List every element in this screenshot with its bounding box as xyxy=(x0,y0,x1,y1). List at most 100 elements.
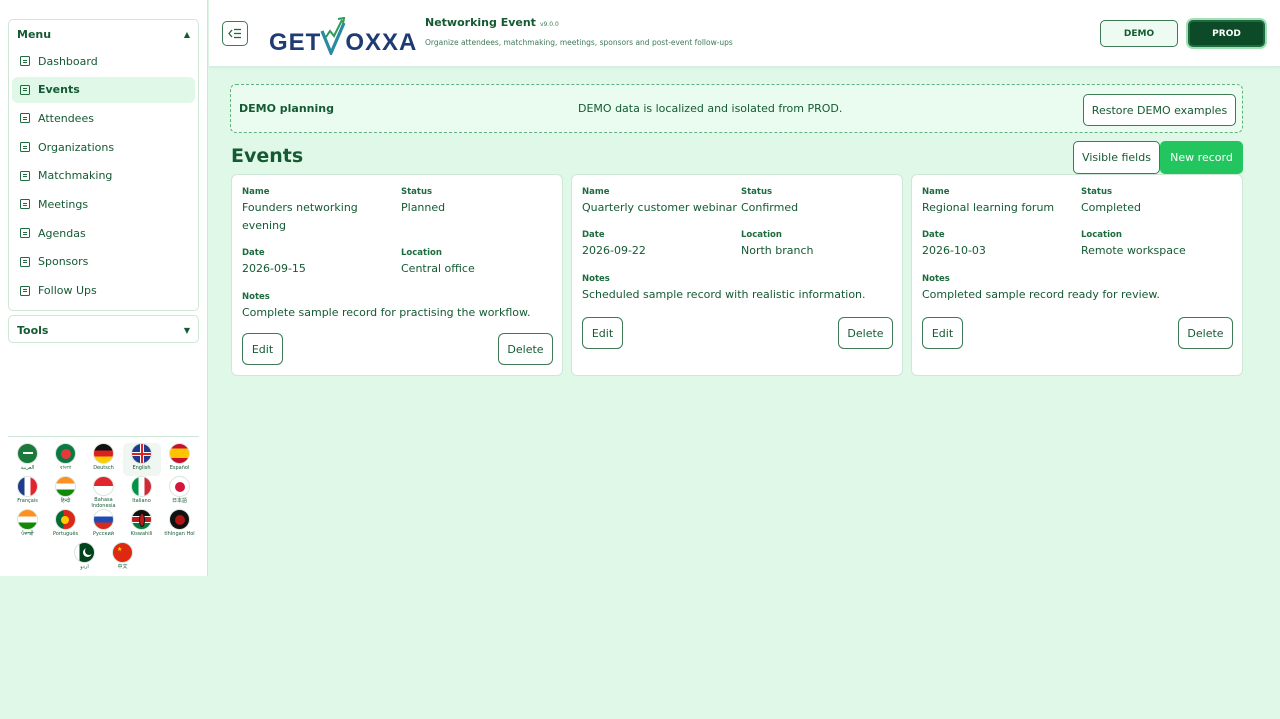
language-option-spanish[interactable]: Español xyxy=(161,443,199,476)
tools-panel-header[interactable]: Tools ▼ xyxy=(9,316,198,344)
language-option-portuguese[interactable]: Português xyxy=(47,509,85,542)
sidebar-item-matchmaking[interactable]: Matchmaking xyxy=(12,163,195,189)
top-header: GET OXXA Networking Event v9.0.0 Organize… xyxy=(209,0,1280,67)
sidebar-item-attendees[interactable]: Attendees xyxy=(12,105,195,131)
tools-title: Tools xyxy=(17,323,49,337)
prod-env-button[interactable]: PROD xyxy=(1188,20,1265,47)
banner-message: DEMO data is localized and isolated from… xyxy=(578,102,843,115)
field-label-name: Name xyxy=(242,187,270,197)
sidebar-item-label: Dashboard xyxy=(38,54,98,68)
field-value-status: Planned xyxy=(401,201,446,214)
saudi-flag-icon xyxy=(17,443,38,464)
language-option-indonesian[interactable]: Bahasa Indonesia xyxy=(85,476,123,509)
event-card: Name Founders networking evening Status … xyxy=(231,174,563,376)
sidebar-item-events[interactable]: Events xyxy=(12,76,195,103)
field-value-location: North branch xyxy=(741,244,814,257)
sidebar-item-meetings[interactable]: Meetings xyxy=(12,191,195,217)
india-flag-icon xyxy=(17,509,38,530)
field-value-notes: Completed sample record ready for review… xyxy=(922,288,1160,301)
demo-env-button[interactable]: DEMO xyxy=(1100,20,1178,47)
tools-panel[interactable]: Tools ▼ xyxy=(8,315,199,343)
field-value-date: 2026-10-03 xyxy=(922,244,986,257)
language-option-hindi[interactable]: हिन्दी xyxy=(47,476,85,509)
india-flag-icon xyxy=(55,476,76,497)
sidebar-item-label: Meetings xyxy=(38,197,89,211)
language-option-russian[interactable]: Русский xyxy=(85,509,123,542)
field-value-location: Central office xyxy=(401,262,475,275)
document-icon xyxy=(20,256,30,267)
language-option-urdu[interactable]: اردو xyxy=(66,542,104,575)
france-flag-icon xyxy=(17,476,38,497)
italy-flag-icon xyxy=(131,476,152,497)
field-label-location: Location xyxy=(401,248,442,258)
delete-button[interactable]: Delete xyxy=(1178,317,1233,349)
bangladesh-flag-icon xyxy=(55,443,76,464)
edit-button[interactable]: Edit xyxy=(922,317,963,349)
language-option-bengali[interactable]: বাংলা xyxy=(47,443,85,476)
field-value-name: Regional learning forum xyxy=(922,201,1055,214)
language-option-german[interactable]: Deutsch xyxy=(85,443,123,476)
document-icon xyxy=(20,228,30,239)
logo-v-arrow-icon xyxy=(320,17,346,55)
indonesia-flag-icon xyxy=(93,476,114,496)
field-label-status: Status xyxy=(401,187,433,197)
menu-title: Menu xyxy=(17,27,52,41)
sidebar-item-label: Sponsors xyxy=(38,255,89,269)
banner-title: DEMO planning xyxy=(239,102,334,115)
russia-flag-icon xyxy=(93,509,114,530)
chevron-up-icon: ▲ xyxy=(183,29,190,39)
pakistan-flag-icon xyxy=(74,542,95,563)
edit-button[interactable]: Edit xyxy=(242,333,283,365)
field-value-name: Quarterly customer webinar xyxy=(582,201,737,214)
field-value-notes: Scheduled sample record with realistic i… xyxy=(582,288,866,301)
sidebar-item-dashboard[interactable]: Dashboard xyxy=(12,48,195,74)
new-record-button[interactable]: New record xyxy=(1160,141,1243,174)
field-value-location: Remote workspace xyxy=(1081,244,1186,257)
kenya-flag-icon xyxy=(131,509,152,530)
language-option-english[interactable]: English xyxy=(122,443,161,476)
field-label-date: Date xyxy=(582,230,605,240)
field-value-date: 2026-09-15 xyxy=(242,262,306,275)
edit-button[interactable]: Edit xyxy=(582,317,623,349)
sidebar-item-follow-ups[interactable]: Follow Ups xyxy=(12,278,195,304)
document-icon xyxy=(20,285,30,296)
field-label-status: Status xyxy=(741,187,773,197)
document-icon xyxy=(20,56,30,66)
document-icon xyxy=(20,84,30,95)
delete-button[interactable]: Delete xyxy=(498,333,553,365)
collapse-sidebar-button[interactable] xyxy=(222,21,248,46)
getvoxxa-logo: GET OXXA xyxy=(269,15,417,55)
language-selector: العربية বাংলা Deutsch English Español Fr… xyxy=(8,436,199,575)
app-title: Networking Event v9.0.0 xyxy=(425,16,559,29)
document-icon xyxy=(20,142,30,153)
version-label: v9.0.0 xyxy=(539,21,559,28)
sidebar-item-label: Follow Ups xyxy=(38,284,97,297)
language-option-french[interactable]: Français xyxy=(9,476,47,509)
language-option-italian[interactable]: Italiano xyxy=(123,476,161,509)
field-label-notes: Notes xyxy=(922,274,950,284)
sidebar-item-organizations[interactable]: Organizations xyxy=(12,134,195,160)
event-card: Name Quarterly customer webinar Status C… xyxy=(571,174,903,376)
field-label-date: Date xyxy=(922,230,945,240)
menu-panel: Menu ▲ Dashboard Events Attendees Organi… xyxy=(8,19,199,311)
language-option-swahili[interactable]: Kiswahili xyxy=(123,509,161,542)
sidebar-item-agendas[interactable]: Agendas xyxy=(12,220,195,246)
restore-demo-button[interactable]: Restore DEMO examples xyxy=(1083,94,1236,126)
field-label-location: Location xyxy=(1081,230,1122,240)
document-icon xyxy=(20,170,30,181)
field-value-status: Confirmed xyxy=(741,201,799,214)
language-option-punjabi[interactable]: ਪੰਜਾਬੀ xyxy=(9,509,47,542)
sidebar-item-sponsors[interactable]: Sponsors xyxy=(12,249,195,275)
language-option-arabic[interactable]: العربية xyxy=(9,443,47,476)
chevron-down-icon: ▼ xyxy=(183,325,190,335)
delete-button[interactable]: Delete xyxy=(838,317,893,349)
sidebar-item-label: Attendees xyxy=(38,111,94,125)
language-option-japanese[interactable]: 日本語 xyxy=(161,476,199,509)
menu-panel-header[interactable]: Menu ▲ xyxy=(9,20,198,48)
language-option-klingon[interactable]: tlhIngan Hol xyxy=(161,509,199,542)
app-subtitle: Organize attendees, matchmaking, meeting… xyxy=(425,38,733,47)
language-option-chinese[interactable]: ★ 中文 xyxy=(104,542,142,575)
field-label-date: Date xyxy=(242,248,265,258)
visible-fields-button[interactable]: Visible fields xyxy=(1073,141,1160,174)
collapse-menu-icon xyxy=(228,28,241,39)
